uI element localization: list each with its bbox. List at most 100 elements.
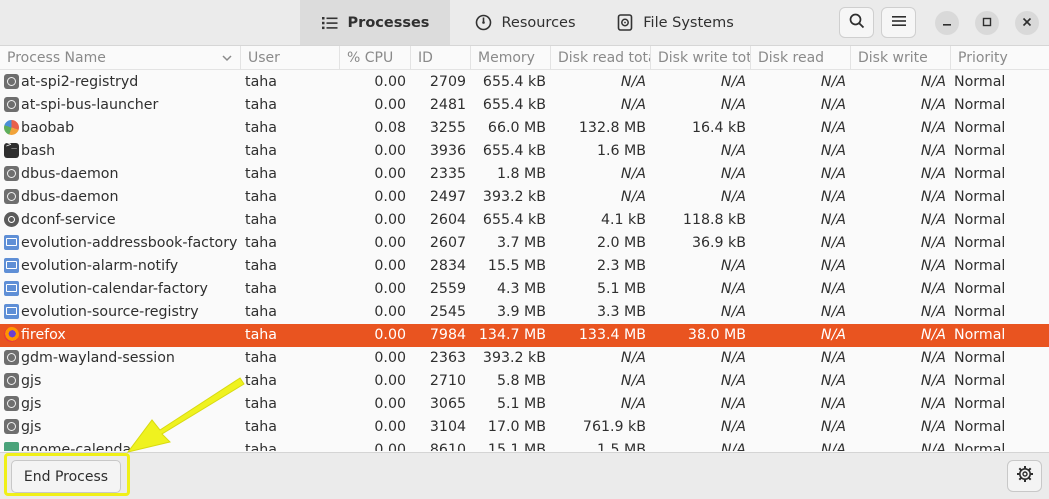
- cell-cpu: 0.00: [374, 189, 406, 205]
- cell-disk-read-total: N/A: [620, 74, 646, 90]
- table-row[interactable]: gdm-wayland-session taha 0.00 2363 393.2 kB N…: [0, 347, 1049, 370]
- column-header-disk-read[interactable]: Disk read: [750, 46, 850, 70]
- process-gear-icon: [4, 373, 19, 388]
- cell-disk-read-total: N/A: [620, 350, 646, 366]
- cell-memory: 655.4 kB: [482, 212, 546, 228]
- cell-disk-write-total: 16.4 kB: [691, 120, 746, 136]
- table-row[interactable]: evolution-source-registry taha 0.00 2545 3.9…: [0, 301, 1049, 324]
- cell-disk-write-total: N/A: [720, 396, 746, 412]
- table-row[interactable]: at-spi2-registryd taha 0.00 2709 655.4 kB N/A…: [0, 71, 1049, 94]
- cell-id: 3065: [429, 396, 466, 412]
- cell-disk-write: N/A: [920, 281, 946, 297]
- column-header-priority[interactable]: Priority: [950, 46, 1049, 70]
- cell-priority: Normal: [954, 143, 1006, 159]
- disk-icon: [616, 14, 634, 32]
- cell-disk-write-total: N/A: [720, 419, 746, 435]
- cell-disk-write: N/A: [920, 327, 946, 343]
- cell-memory: 66.0 MB: [487, 120, 546, 136]
- process-gear-icon: [4, 350, 19, 365]
- table-row[interactable]: evolution-alarm-notify taha 0.00 2834 15.5 M…: [0, 255, 1049, 278]
- cell-disk-read: N/A: [820, 350, 846, 366]
- cell-priority: Normal: [954, 166, 1006, 182]
- process-calendar-icon: [4, 442, 19, 451]
- cell-memory: 5.1 MB: [496, 396, 546, 412]
- tab-resources-label: Resources: [501, 14, 576, 31]
- cell-disk-write: N/A: [920, 258, 946, 274]
- table-row[interactable]: firefox taha 0.00 7984 134.7 MB 133.4 MB 38.0 …: [0, 324, 1049, 347]
- cell-disk-write: N/A: [920, 419, 946, 435]
- column-header-memory[interactable]: Memory: [470, 46, 550, 70]
- cell-priority: Normal: [954, 212, 1006, 228]
- cell-disk-write-total: N/A: [720, 373, 746, 389]
- cell-id: 2604: [429, 212, 466, 228]
- table-row[interactable]: gnome-calendar taha 0.00 8610 15.1 MB 1.5 MB N…: [0, 439, 1049, 451]
- cell-disk-read-total: N/A: [620, 166, 646, 182]
- cell-id: 2834: [429, 258, 466, 274]
- cell-process-name: baobab: [21, 120, 75, 136]
- minimize-button[interactable]: [935, 11, 959, 35]
- cell-disk-write-total: 38.0 MB: [687, 327, 746, 343]
- cell-user: taha: [245, 442, 277, 451]
- cell-disk-read-total: 2.3 MB: [596, 258, 646, 274]
- cell-user: taha: [245, 304, 277, 320]
- table-row[interactable]: bash taha 0.00 3936 655.4 kB 1.6 MB N/A N/A N/A N…: [0, 140, 1049, 163]
- process-firefox-icon: [4, 327, 19, 342]
- close-icon: [1022, 15, 1032, 31]
- column-header-disk-read-total[interactable]: Disk read tota: [550, 46, 650, 70]
- table-row[interactable]: dbus-daemon taha 0.00 2335 1.8 MB N/A N/A N/A N/…: [0, 163, 1049, 186]
- table-row[interactable]: gjs taha 0.00 3065 5.1 MB N/A N/A N/A N/A Normal: [0, 393, 1049, 416]
- table-row[interactable]: evolution-addressbook-factory taha 0.00 260…: [0, 232, 1049, 255]
- cell-disk-write-total: N/A: [720, 74, 746, 90]
- cell-disk-read-total: 2.0 MB: [596, 235, 646, 251]
- cell-disk-read-total: N/A: [620, 373, 646, 389]
- cell-disk-read-total: N/A: [620, 97, 646, 113]
- cell-cpu: 0.00: [374, 143, 406, 159]
- main-menu-button[interactable]: [881, 7, 916, 38]
- table-row[interactable]: dbus-daemon taha 0.00 2497 393.2 kB N/A N/A N/A…: [0, 186, 1049, 209]
- cell-cpu: 0.00: [374, 235, 406, 251]
- cell-user: taha: [245, 350, 277, 366]
- cell-user: taha: [245, 166, 277, 182]
- settings-button[interactable]: [1007, 460, 1042, 492]
- cell-disk-write: N/A: [920, 120, 946, 136]
- column-header-row: Process Name User % CPU ID Memory Disk r…: [0, 46, 1049, 70]
- table-row[interactable]: baobab taha 0.08 3255 66.0 MB 132.8 MB 16.4 kB…: [0, 117, 1049, 140]
- search-button[interactable]: [839, 7, 874, 38]
- column-header-cpu[interactable]: % CPU: [339, 46, 410, 70]
- cell-memory: 134.7 MB: [478, 327, 546, 343]
- tab-processes[interactable]: Processes: [300, 0, 450, 45]
- column-header-process-name[interactable]: Process Name: [0, 46, 240, 70]
- table-row[interactable]: dconf-service taha 0.00 2604 655.4 kB 4.1 kB 1…: [0, 209, 1049, 232]
- tab-resources[interactable]: Resources: [455, 0, 595, 45]
- cell-disk-write-total: N/A: [720, 281, 746, 297]
- table-row[interactable]: evolution-calendar-factory taha 0.00 2559 4.…: [0, 278, 1049, 301]
- maximize-icon: [982, 15, 992, 31]
- table-row[interactable]: gjs taha 0.00 3104 17.0 MB 761.9 kB N/A N/A N/A N…: [0, 416, 1049, 439]
- cell-disk-write: N/A: [920, 373, 946, 389]
- cell-disk-read: N/A: [820, 120, 846, 136]
- column-header-disk-write[interactable]: Disk write: [850, 46, 950, 70]
- column-header-id[interactable]: ID: [410, 46, 470, 70]
- tab-file-systems[interactable]: File Systems: [600, 0, 750, 45]
- table-row[interactable]: at-spi-bus-launcher taha 0.00 2481 655.4 kB N…: [0, 94, 1049, 117]
- cell-memory: 4.3 MB: [496, 281, 546, 297]
- cell-user: taha: [245, 235, 277, 251]
- table-row[interactable]: gjs taha 0.00 2710 5.8 MB N/A N/A N/A N/A Normal: [0, 370, 1049, 393]
- column-header-user[interactable]: User: [240, 46, 339, 70]
- end-process-button[interactable]: End Process: [11, 460, 121, 493]
- cell-priority: Normal: [954, 189, 1006, 205]
- cell-disk-read-total: 1.5 MB: [596, 442, 646, 451]
- cell-process-name: at-spi2-registryd: [21, 74, 139, 90]
- cell-memory: 17.0 MB: [487, 419, 546, 435]
- cell-cpu: 0.00: [374, 74, 406, 90]
- maximize-button[interactable]: [975, 11, 999, 35]
- cell-process-name: evolution-source-registry: [21, 304, 199, 320]
- cell-id: 2709: [429, 74, 466, 90]
- cell-process-name: evolution-alarm-notify: [21, 258, 179, 274]
- cell-id: 3104: [429, 419, 466, 435]
- header-bar: Processes Resources File Systems: [0, 0, 1049, 46]
- close-button[interactable]: [1015, 11, 1039, 35]
- column-header-disk-write-total[interactable]: Disk write tot: [650, 46, 750, 70]
- cell-disk-read: N/A: [820, 373, 846, 389]
- cell-memory: 655.4 kB: [482, 97, 546, 113]
